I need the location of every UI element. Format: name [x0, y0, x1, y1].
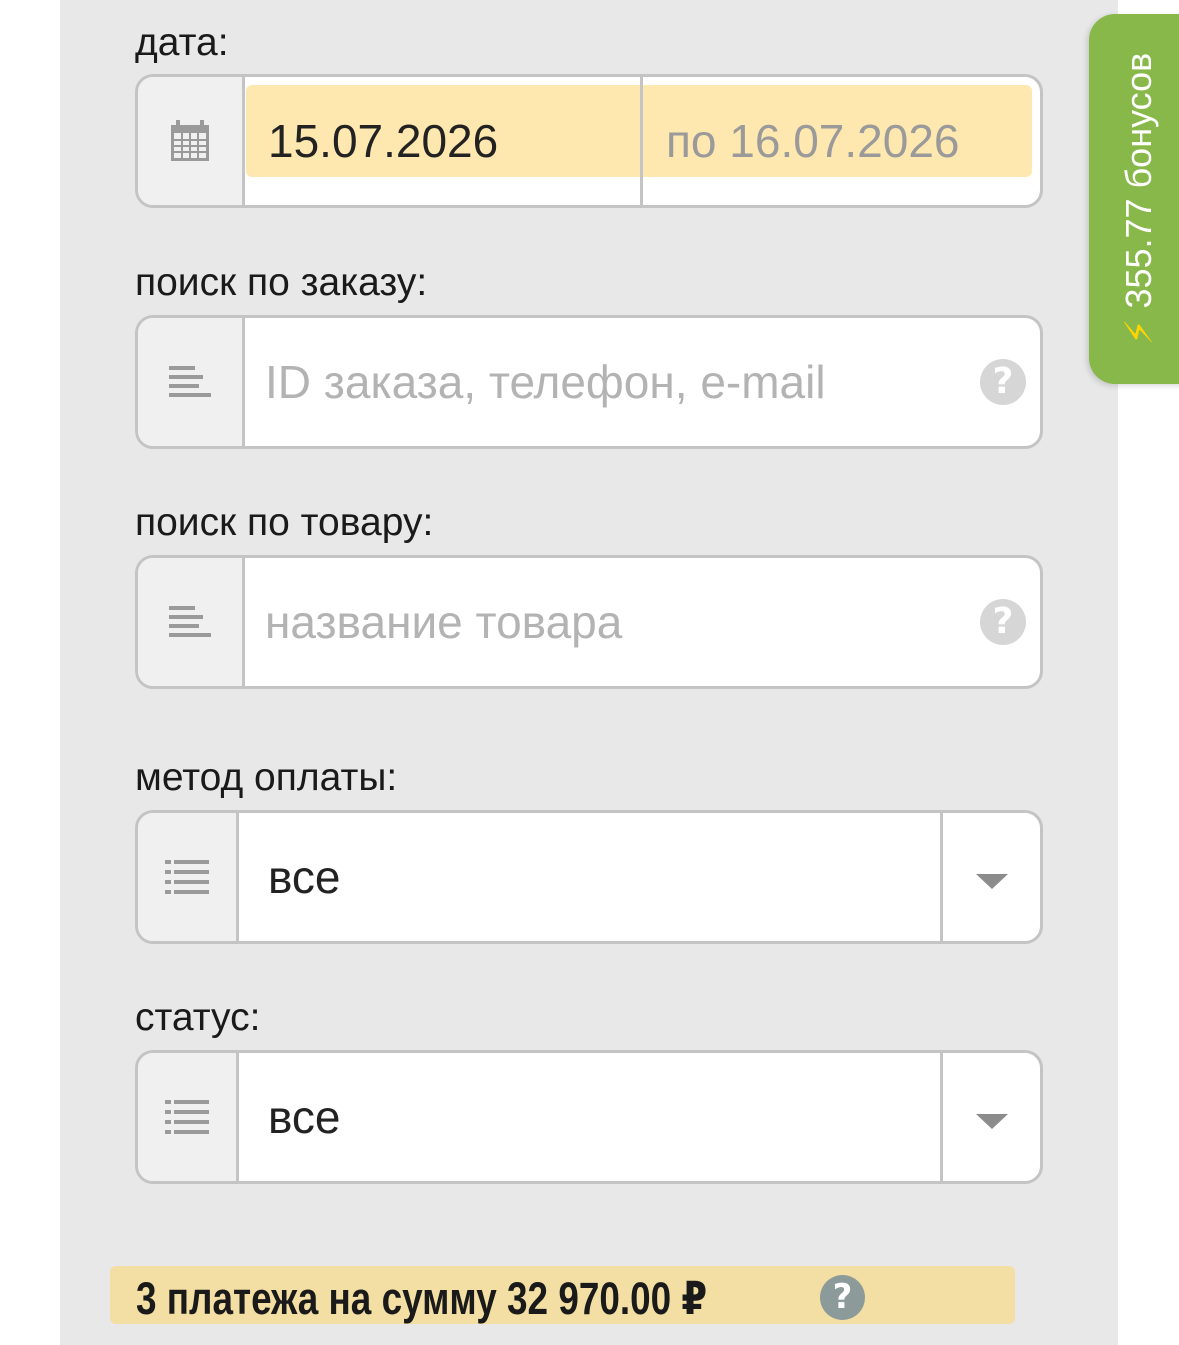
- payment-method-addon: [138, 813, 239, 941]
- status-divider: [940, 1053, 943, 1181]
- payment-method-select[interactable]: все: [135, 810, 1043, 944]
- bonus-tab[interactable]: ⚡ 355.77 бонусов: [1089, 14, 1179, 384]
- list-icon: [165, 860, 209, 894]
- payment-method-value: все: [268, 851, 341, 903]
- status-addon: [138, 1053, 239, 1181]
- chevron-down-icon[interactable]: [976, 1114, 1008, 1129]
- order-search-help-icon[interactable]: ?: [980, 359, 1026, 405]
- date-from-input[interactable]: 15.07.2026: [268, 77, 498, 205]
- bonus-amount: 355.77 бонусов: [1118, 52, 1159, 309]
- product-search-addon: [138, 558, 245, 686]
- date-divider: [640, 77, 643, 205]
- order-search-label: поиск по заказу:: [135, 261, 428, 304]
- status-value: все: [268, 1091, 341, 1143]
- status-select[interactable]: все: [135, 1050, 1043, 1184]
- product-search-label: поиск по товару:: [135, 501, 434, 544]
- payments-summary: 3 платежа на сумму 32 970.00 ₽: [136, 1272, 708, 1324]
- payment-method-label: метод оплаты:: [135, 756, 398, 799]
- product-search-input[interactable]: название товара: [265, 558, 622, 686]
- text-lines-icon: [169, 366, 211, 397]
- date-label: дата:: [135, 21, 229, 64]
- date-addon: [138, 77, 245, 205]
- chevron-down-icon[interactable]: [976, 874, 1008, 889]
- list-icon: [165, 1100, 209, 1134]
- order-search-field: ID заказа, телефон, e-mail ?: [135, 315, 1043, 449]
- date-to-input[interactable]: по 16.07.2026: [666, 77, 960, 205]
- bonus-tab-content: ⚡ 355.77 бонусов: [1117, 53, 1161, 345]
- calendar-icon: [171, 120, 209, 161]
- product-search-help-icon[interactable]: ?: [980, 599, 1026, 645]
- order-search-input[interactable]: ID заказа, телефон, e-mail: [265, 318, 826, 446]
- summary-question-icon[interactable]: ?: [820, 1275, 865, 1320]
- status-label: статус:: [135, 996, 261, 1039]
- text-lines-icon: [169, 606, 211, 637]
- order-search-addon: [138, 318, 245, 446]
- payment-method-divider: [940, 813, 943, 941]
- product-search-field: название товара ?: [135, 555, 1043, 689]
- lightning-icon: ⚡: [1117, 318, 1161, 346]
- date-range-field: 15.07.2026 по 16.07.2026: [135, 74, 1043, 208]
